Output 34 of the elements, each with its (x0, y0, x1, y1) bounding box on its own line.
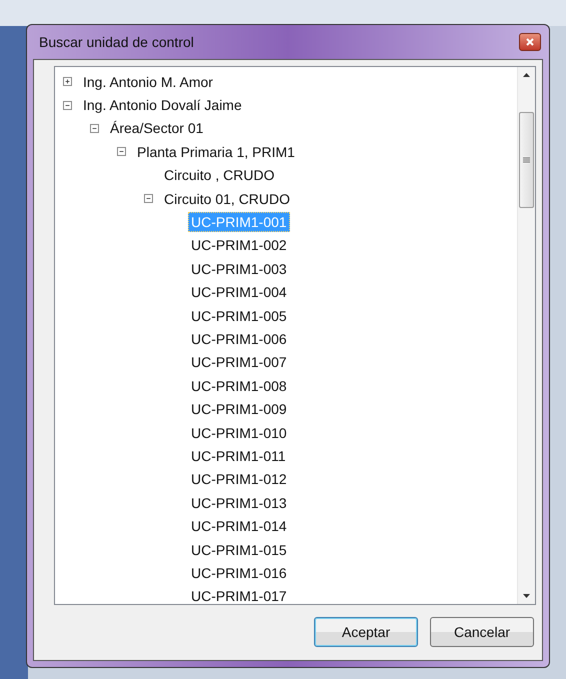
cancel-button[interactable]: Cancelar (430, 617, 534, 647)
tree-item[interactable]: UC-PRIM1-013 (188, 492, 290, 513)
tree-item[interactable]: Planta Primaria 1, PRIM1 (134, 142, 298, 162)
tree-item[interactable]: UC-PRIM1-004 (188, 282, 290, 302)
scrollbar[interactable] (517, 67, 535, 604)
collapse-icon[interactable] (63, 100, 72, 110)
window-title: Buscar unidad de control (39, 34, 194, 50)
tree-item[interactable]: Ing. Antonio Dovalí Jaime (80, 95, 245, 116)
tree-item[interactable]: UC-PRIM1-007 (188, 352, 290, 372)
tree-item[interactable]: UC-PRIM1-015 (188, 540, 290, 560)
tree-item[interactable]: UC-PRIM1-002 (188, 235, 290, 256)
tree-item[interactable]: UC-PRIM1-011 (188, 446, 289, 466)
collapse-icon[interactable] (90, 124, 99, 133)
collapse-icon[interactable] (117, 147, 126, 156)
tree-item[interactable]: Circuito 01, CRUDO (161, 188, 294, 209)
tree-item[interactable]: Circuito , CRUDO (161, 165, 278, 186)
tree-item[interactable]: UC-PRIM1-016 (188, 562, 290, 583)
tree-item[interactable]: UC-PRIM1-009 (188, 399, 290, 420)
tree-item[interactable]: UC-PRIM1-005 (188, 306, 290, 326)
expand-icon[interactable] (63, 77, 72, 86)
collapse-icon[interactable] (144, 194, 153, 204)
tree-item[interactable]: UC-PRIM1-017 (188, 586, 290, 604)
accept-button[interactable]: Aceptar (314, 617, 418, 647)
tree-item[interactable]: UC-PRIM1-006 (188, 328, 290, 349)
tree-item[interactable]: UC-PRIM1-003 (188, 258, 290, 279)
tree-item[interactable]: Ing. Antonio M. Amor (80, 72, 216, 92)
close-button[interactable] (519, 33, 541, 51)
tree-item[interactable]: Área/Sector 01 (107, 118, 206, 138)
tree-item[interactable]: UC-PRIM1-012 (188, 469, 290, 490)
tree-item[interactable]: UC-PRIM1-010 (188, 422, 290, 443)
close-icon (526, 38, 534, 46)
tree-item[interactable]: UC-PRIM1-008 (188, 376, 290, 396)
scroll-thumb[interactable] (519, 112, 534, 208)
tree-item[interactable]: UC-PRIM1-014 (188, 516, 290, 536)
